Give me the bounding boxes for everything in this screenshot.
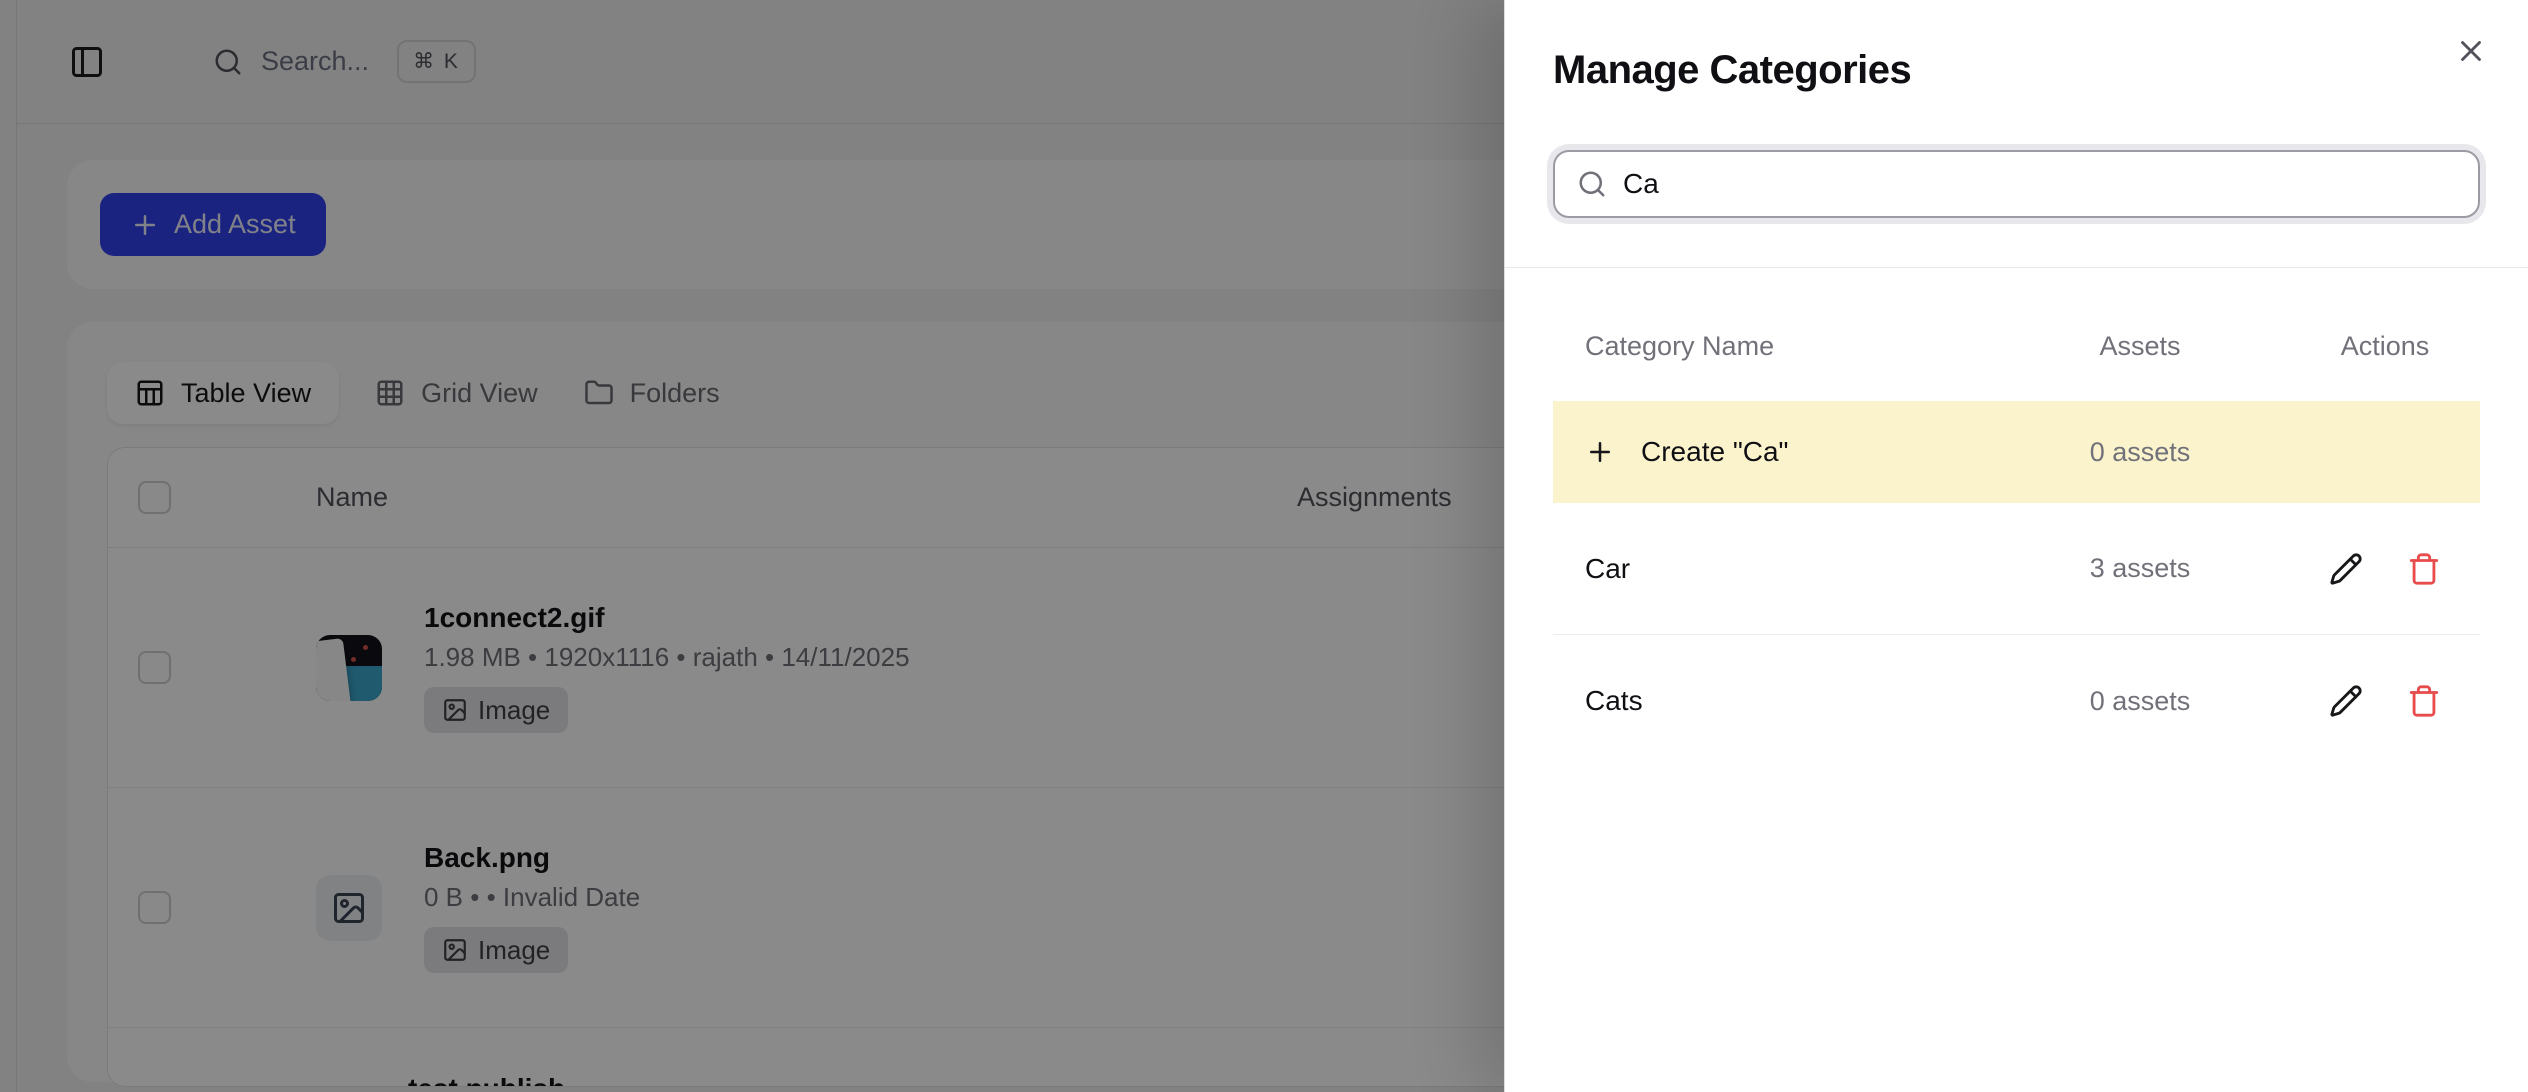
category-assets-count: 3 assets [1990,553,2290,584]
column-assets: Assets [1990,331,2290,362]
category-row: Car 3 assets [1553,503,2480,635]
close-icon [2454,34,2488,68]
create-category-row[interactable]: Create "Ca" 0 assets [1553,401,2480,503]
close-button[interactable] [2448,28,2494,74]
category-name: Cats [1553,685,1990,717]
trash-icon [2407,684,2441,718]
column-actions: Actions [2290,331,2480,362]
drawer-title: Manage Categories [1553,44,2480,96]
category-assets-count: 0 assets [1990,686,2290,717]
category-table-header: Category Name Assets Actions [1553,268,2480,401]
search-icon [1577,169,1607,199]
trash-icon [2407,552,2441,586]
pencil-icon [2329,552,2363,586]
pencil-icon [2329,684,2363,718]
manage-categories-drawer: Manage Categories Category Name Assets A… [1504,0,2528,1092]
column-category-name: Category Name [1553,331,1990,362]
delete-category-button[interactable] [2407,684,2441,718]
create-category-label: Create "Ca" [1641,436,1789,468]
plus-icon [1585,437,1615,467]
category-name: Car [1553,553,1990,585]
edit-category-button[interactable] [2329,684,2363,718]
create-category-assets: 0 assets [1990,437,2290,468]
category-search-field [1553,150,2480,218]
category-row: Cats 0 assets [1553,635,2480,767]
delete-category-button[interactable] [2407,552,2441,586]
edit-category-button[interactable] [2329,552,2363,586]
category-search-input[interactable] [1623,168,2456,200]
